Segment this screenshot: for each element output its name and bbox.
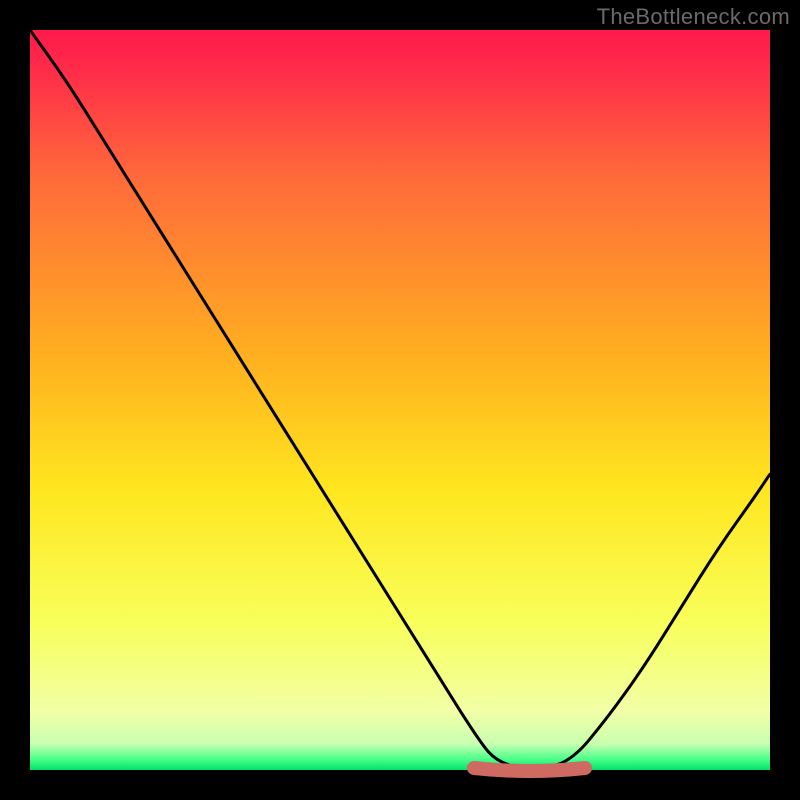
plot-area xyxy=(30,30,770,770)
chart-canvas: { "watermark": "TheBottleneck.com", "col… xyxy=(0,0,800,800)
watermark-text: TheBottleneck.com xyxy=(597,4,790,30)
plot-svg xyxy=(0,0,800,800)
optimal-range-marker xyxy=(474,768,585,771)
